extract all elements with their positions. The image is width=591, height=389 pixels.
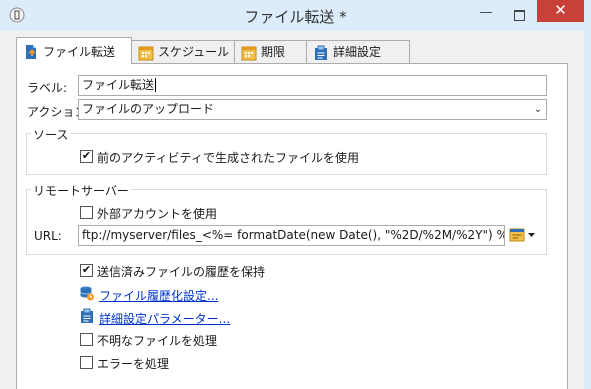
calendar-icon xyxy=(241,46,257,61)
external-account-label: 外部アカウントを使用 xyxy=(97,207,218,221)
tab-schedule[interactable]: スケジュール xyxy=(131,40,235,63)
advanced-parameters-link[interactable]: 詳細設定パラメーター... xyxy=(99,310,230,327)
label-input-value: ファイル転送 xyxy=(82,78,155,92)
window-border xyxy=(584,0,591,389)
source-group-label: ソース xyxy=(31,126,71,143)
action-select-value: ファイルのアップロード xyxy=(82,102,215,116)
tab-label: ファイル転送 xyxy=(43,45,116,59)
tab-file-transfer[interactable]: ファイル転送 xyxy=(16,37,132,64)
label-caption: ラベル: xyxy=(27,81,68,95)
tab-label: スケジュール xyxy=(158,45,230,59)
maximize-icon xyxy=(514,10,525,21)
process-errors-label: エラーを処理 xyxy=(97,357,170,371)
tab-deadline[interactable]: 期限 xyxy=(234,40,307,63)
clipboard-icon xyxy=(315,45,327,60)
label-input[interactable]: ファイル転送 xyxy=(78,75,547,96)
minimize-button[interactable]: — xyxy=(469,2,503,28)
text-cursor xyxy=(155,78,160,92)
file-upload-icon xyxy=(26,45,36,59)
dropdown-arrow-icon[interactable] xyxy=(527,231,536,239)
action-select[interactable]: ファイルのアップロード ⌄ xyxy=(78,99,547,120)
process-unknown-files-checkbox[interactable] xyxy=(80,333,93,346)
url-input[interactable]: ftp://myserver/files_<%= formatDate(new … xyxy=(78,225,505,246)
process-unknown-files-label: 不明なファイルを処理 xyxy=(97,334,218,348)
history-settings-link[interactable]: ファイル履歴化設定... xyxy=(99,287,218,304)
maximize-button[interactable] xyxy=(503,2,535,28)
keep-history-checkbox[interactable]: ✔ xyxy=(80,264,93,277)
process-errors-checkbox[interactable] xyxy=(80,356,93,369)
close-button[interactable]: ✕ xyxy=(537,0,584,22)
external-account-checkbox[interactable] xyxy=(80,206,93,219)
tab-label: 詳細設定 xyxy=(333,45,382,59)
tab-advanced-settings[interactable]: 詳細設定 xyxy=(306,40,410,63)
database-history-icon xyxy=(80,286,94,301)
clipboard-icon xyxy=(81,308,93,323)
tab-label: 期限 xyxy=(261,45,286,59)
expression-editor-icon[interactable] xyxy=(509,227,525,243)
keep-history-label: 送信済みファイルの履歴を保持 xyxy=(97,265,266,279)
url-caption: URL: xyxy=(34,229,62,243)
remote-server-group-label: リモートサーバー xyxy=(31,182,131,199)
use-previous-file-checkbox[interactable]: ✔ xyxy=(80,150,93,163)
use-previous-file-label: 前のアクティビティで生成されたファイルを使用 xyxy=(97,151,359,165)
calendar-icon xyxy=(138,46,154,61)
chevron-down-icon[interactable]: ⌄ xyxy=(530,100,546,119)
